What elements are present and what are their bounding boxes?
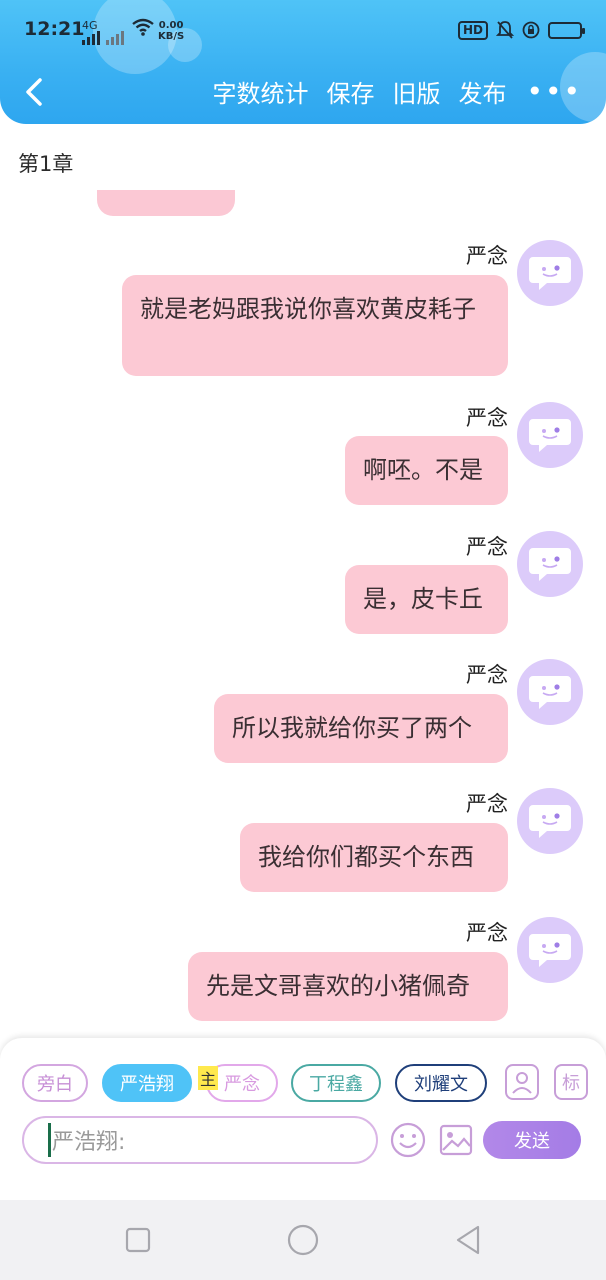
app-header: 12:21 4G 0.00 KB/S HD 字数统计 保存 旧版 发布 ••• (0, 0, 606, 124)
save-button[interactable]: 保存 (326, 74, 374, 109)
hd-icon: HD (457, 20, 488, 40)
message-sender: 严念 (466, 792, 508, 816)
add-character-button[interactable] (505, 1064, 539, 1100)
header-toolbar: 字数统计 保存 旧版 发布 ••• (194, 74, 582, 109)
publish-button[interactable]: 发布 (458, 74, 506, 109)
tag-button[interactable]: 标 (554, 1064, 588, 1100)
message-sender: 严念 (466, 535, 508, 559)
emoji-button[interactable] (390, 1122, 426, 1158)
chat-bubble-face-icon (529, 548, 571, 581)
status-right: HD (457, 20, 585, 40)
message-bubble-partial[interactable] (97, 190, 235, 216)
send-button[interactable]: 发送 (483, 1121, 581, 1159)
message-bubble[interactable]: 就是老妈跟我说你喜欢黄皮耗子 (122, 275, 508, 376)
person-icon (512, 1072, 532, 1094)
wifi-icon (132, 18, 154, 41)
message-sender: 严念 (466, 406, 508, 430)
recent-apps-icon[interactable] (120, 1222, 156, 1258)
chat-bubble-face-icon (529, 419, 571, 452)
role-liu-yaowen[interactable]: 刘耀文 (395, 1064, 487, 1102)
old-version-button[interactable]: 旧版 (392, 74, 440, 109)
chat-bubble-face-icon (529, 257, 571, 290)
avatar[interactable] (517, 402, 583, 468)
avatar[interactable] (517, 240, 583, 306)
more-options-button[interactable]: ••• (526, 77, 582, 105)
role-ding-chengxin[interactable]: 丁程鑫 (291, 1064, 381, 1102)
input-placeholder: 严浩翔: (52, 1130, 126, 1155)
role-yan-haoxiang[interactable]: 严浩翔 (102, 1064, 192, 1102)
chat-bubble-face-icon (529, 934, 571, 967)
image-button[interactable] (438, 1122, 474, 1158)
system-nav-bar (0, 1200, 606, 1280)
lock-rotation-icon (522, 21, 540, 39)
back-button[interactable] (16, 72, 52, 112)
chapter-title[interactable]: 第1章 (18, 148, 73, 178)
back-nav-icon[interactable] (450, 1222, 486, 1258)
message-bubble[interactable]: 所以我就给你买了两个 (214, 694, 508, 763)
message-bubble[interactable]: 啊呸。不是 (345, 436, 508, 505)
avatar[interactable] (517, 659, 583, 725)
message-sender: 严念 (466, 921, 508, 945)
signal-icon: 4G (82, 20, 126, 47)
status-time: 12:21 (24, 18, 85, 40)
battery-icon (548, 21, 585, 39)
role-narrator[interactable]: 旁白 (22, 1064, 88, 1102)
message-sender: 严念 (466, 663, 508, 687)
chevron-left-icon (26, 78, 42, 106)
speed-unit: KB/S (158, 31, 185, 42)
chat-bubble-face-icon (529, 676, 571, 709)
mute-bell-icon (496, 21, 514, 39)
chat-bubble-face-icon (529, 805, 571, 838)
network-speed: 0.00 KB/S (158, 20, 184, 42)
main-character-badge: 主 (198, 1066, 218, 1090)
message-bubble[interactable]: 先是文哥喜欢的小猪佩奇 (188, 952, 508, 1021)
speed-value: 0.00 (158, 20, 184, 31)
message-sender: 严念 (466, 244, 508, 268)
avatar[interactable] (517, 788, 583, 854)
word-count-button[interactable]: 字数统计 (212, 74, 308, 109)
avatar[interactable] (517, 531, 583, 597)
avatar[interactable] (517, 917, 583, 983)
status-bar: 12:21 4G 0.00 KB/S HD (0, 0, 606, 62)
message-bubble[interactable]: 是，皮卡丘 (345, 565, 508, 634)
image-icon (439, 1124, 473, 1156)
home-icon[interactable] (285, 1222, 321, 1258)
message-input[interactable]: 严浩翔: (22, 1116, 378, 1164)
text-caret (48, 1123, 51, 1157)
message-bubble[interactable]: 我给你们都买个东西 (240, 823, 508, 892)
signal-bars-icon (82, 31, 124, 45)
smiley-icon (390, 1122, 426, 1158)
